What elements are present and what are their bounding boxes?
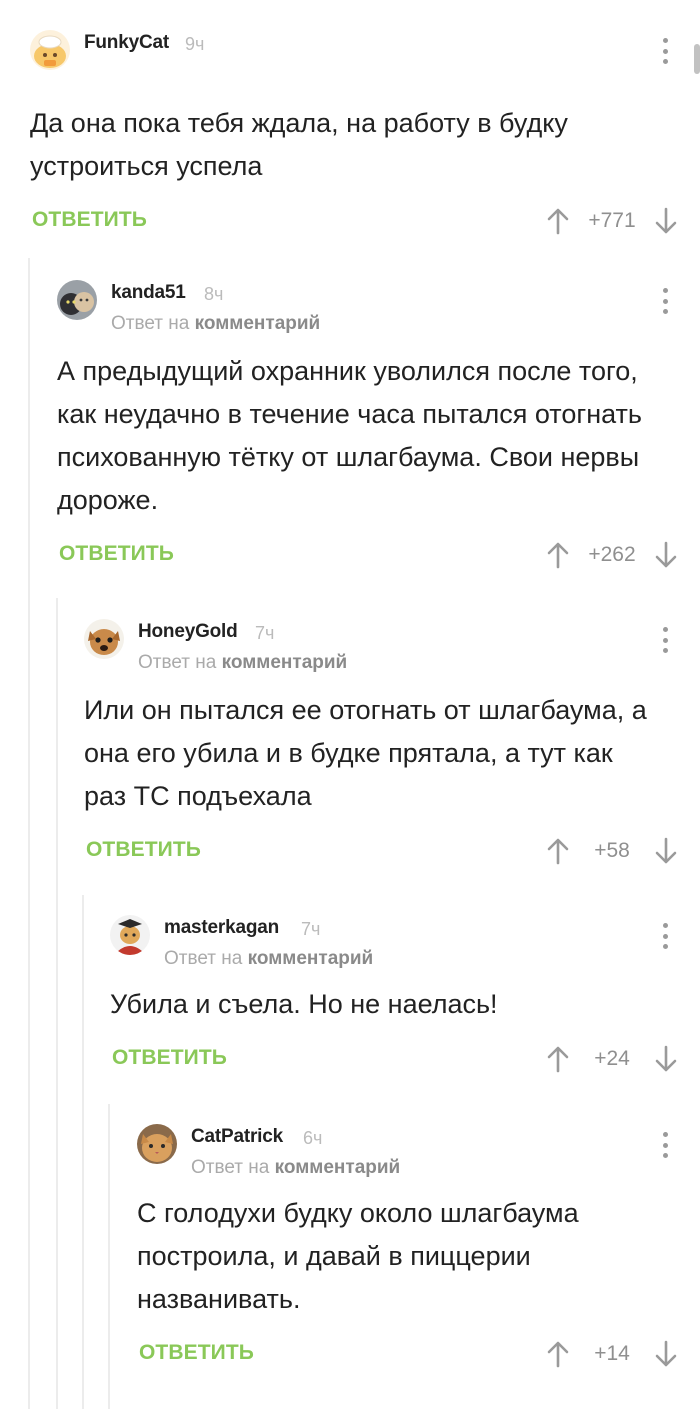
comment-actions: ОТВЕТИТЬ +14 (137, 1335, 700, 1375)
cat-photo-avatar[interactable] (137, 1124, 177, 1164)
comment: CatPatrick 6ч Ответ на комментарий С гол… (137, 1124, 700, 1375)
reply-button[interactable]: ОТВЕТИТЬ (139, 1341, 254, 1365)
more-options-icon[interactable] (662, 923, 668, 949)
comment-rating: +771 (588, 209, 636, 232)
upvote-icon[interactable] (546, 837, 570, 865)
more-options-icon[interactable] (662, 288, 668, 314)
reply-button[interactable]: ОТВЕТИТЬ (86, 838, 201, 862)
downvote-icon[interactable] (654, 837, 678, 865)
comment-header: kanda51 8ч Ответ на комментарий (57, 280, 700, 338)
reply-button[interactable]: ОТВЕТИТЬ (112, 1046, 227, 1070)
reply-to-label[interactable]: Ответ на комментарий (191, 1157, 400, 1179)
reply-to-label[interactable]: Ответ на комментарий (111, 313, 320, 335)
cartoon-cat-avatar[interactable] (30, 30, 70, 70)
thread-line (82, 895, 84, 1409)
reply-button[interactable]: ОТВЕТИТЬ (32, 208, 147, 232)
comment-header: FunkyCat 9ч (30, 30, 700, 88)
username[interactable]: HoneyGold (138, 621, 238, 643)
comment-actions: ОТВЕТИТЬ +24 (110, 1040, 700, 1080)
comment-time: 7ч (255, 623, 275, 643)
reply-to-label[interactable]: Ответ на комментарий (138, 652, 347, 674)
more-options-icon[interactable] (662, 38, 668, 64)
vote-controls: +24 (546, 1042, 678, 1076)
comment-rating: +14 (594, 1342, 630, 1365)
comment-header: CatPatrick 6ч Ответ на комментарий (137, 1124, 700, 1182)
upvote-icon[interactable] (546, 1340, 570, 1368)
comment-text: С голодухи будку около шлагбаума построи… (137, 1198, 579, 1314)
comment-text: Убила и съела. Но не наелась! (110, 989, 498, 1019)
vote-controls: +262 (546, 538, 678, 572)
comment: kanda51 8ч Ответ на комментарий А предыд… (57, 280, 700, 576)
comment-thread: FunkyCat 9ч Да она пока тебя ждала, на р… (0, 0, 700, 1409)
thread-line (56, 598, 58, 1409)
comment-time: 6ч (303, 1128, 323, 1148)
comment-rating: +58 (594, 839, 630, 862)
comment-actions: ОТВЕТИТЬ +771 (30, 202, 700, 242)
comment-actions: ОТВЕТИТЬ +58 (84, 832, 700, 872)
downvote-icon[interactable] (654, 207, 678, 235)
comment-actions: ОТВЕТИТЬ +262 (57, 536, 700, 576)
reply-button[interactable]: ОТВЕТИТЬ (59, 542, 174, 566)
comment: masterkagan 7ч Ответ на комментарий Убил… (110, 915, 700, 1080)
more-options-icon[interactable] (662, 1132, 668, 1158)
downvote-icon[interactable] (654, 1340, 678, 1368)
comment: HoneyGold 7ч Ответ на комментарий Или он… (84, 619, 700, 872)
upvote-icon[interactable] (546, 1045, 570, 1073)
username[interactable]: masterkagan (164, 917, 279, 939)
vote-controls: +58 (546, 834, 678, 868)
dog-photo-avatar[interactable] (84, 619, 124, 659)
comment-rating: +262 (588, 543, 636, 566)
downvote-icon[interactable] (654, 541, 678, 569)
vote-controls: +771 (546, 204, 678, 238)
comment: FunkyCat 9ч Да она пока тебя ждала, на р… (30, 30, 700, 242)
comment-header: HoneyGold 7ч Ответ на комментарий (84, 619, 700, 677)
username[interactable]: kanda51 (111, 282, 186, 304)
comment-time: 8ч (204, 284, 224, 304)
reply-to-label[interactable]: Ответ на комментарий (164, 948, 373, 970)
comment-rating: +24 (594, 1047, 630, 1070)
username[interactable]: FunkyCat (84, 32, 169, 54)
comment-text: Или он пытался ее отогнать от шлагбаума,… (84, 695, 647, 811)
thread-line (28, 258, 30, 1409)
upvote-icon[interactable] (546, 541, 570, 569)
upvote-icon[interactable] (546, 207, 570, 235)
downvote-icon[interactable] (654, 1045, 678, 1073)
more-options-icon[interactable] (662, 627, 668, 653)
comment-text: Да она пока тебя ждала, на работу в будк… (30, 108, 568, 181)
cats-photo-avatar[interactable] (57, 280, 97, 320)
graduate-cat-avatar[interactable] (110, 915, 150, 955)
thread-line (108, 1104, 110, 1409)
comment-time: 7ч (301, 919, 321, 939)
comment-header: masterkagan 7ч Ответ на комментарий (110, 915, 700, 973)
comment-time: 9ч (185, 34, 205, 54)
vote-controls: +14 (546, 1337, 678, 1371)
comment-text: А предыдущий охранник уволился после тог… (57, 356, 642, 515)
username[interactable]: CatPatrick (191, 1126, 283, 1148)
